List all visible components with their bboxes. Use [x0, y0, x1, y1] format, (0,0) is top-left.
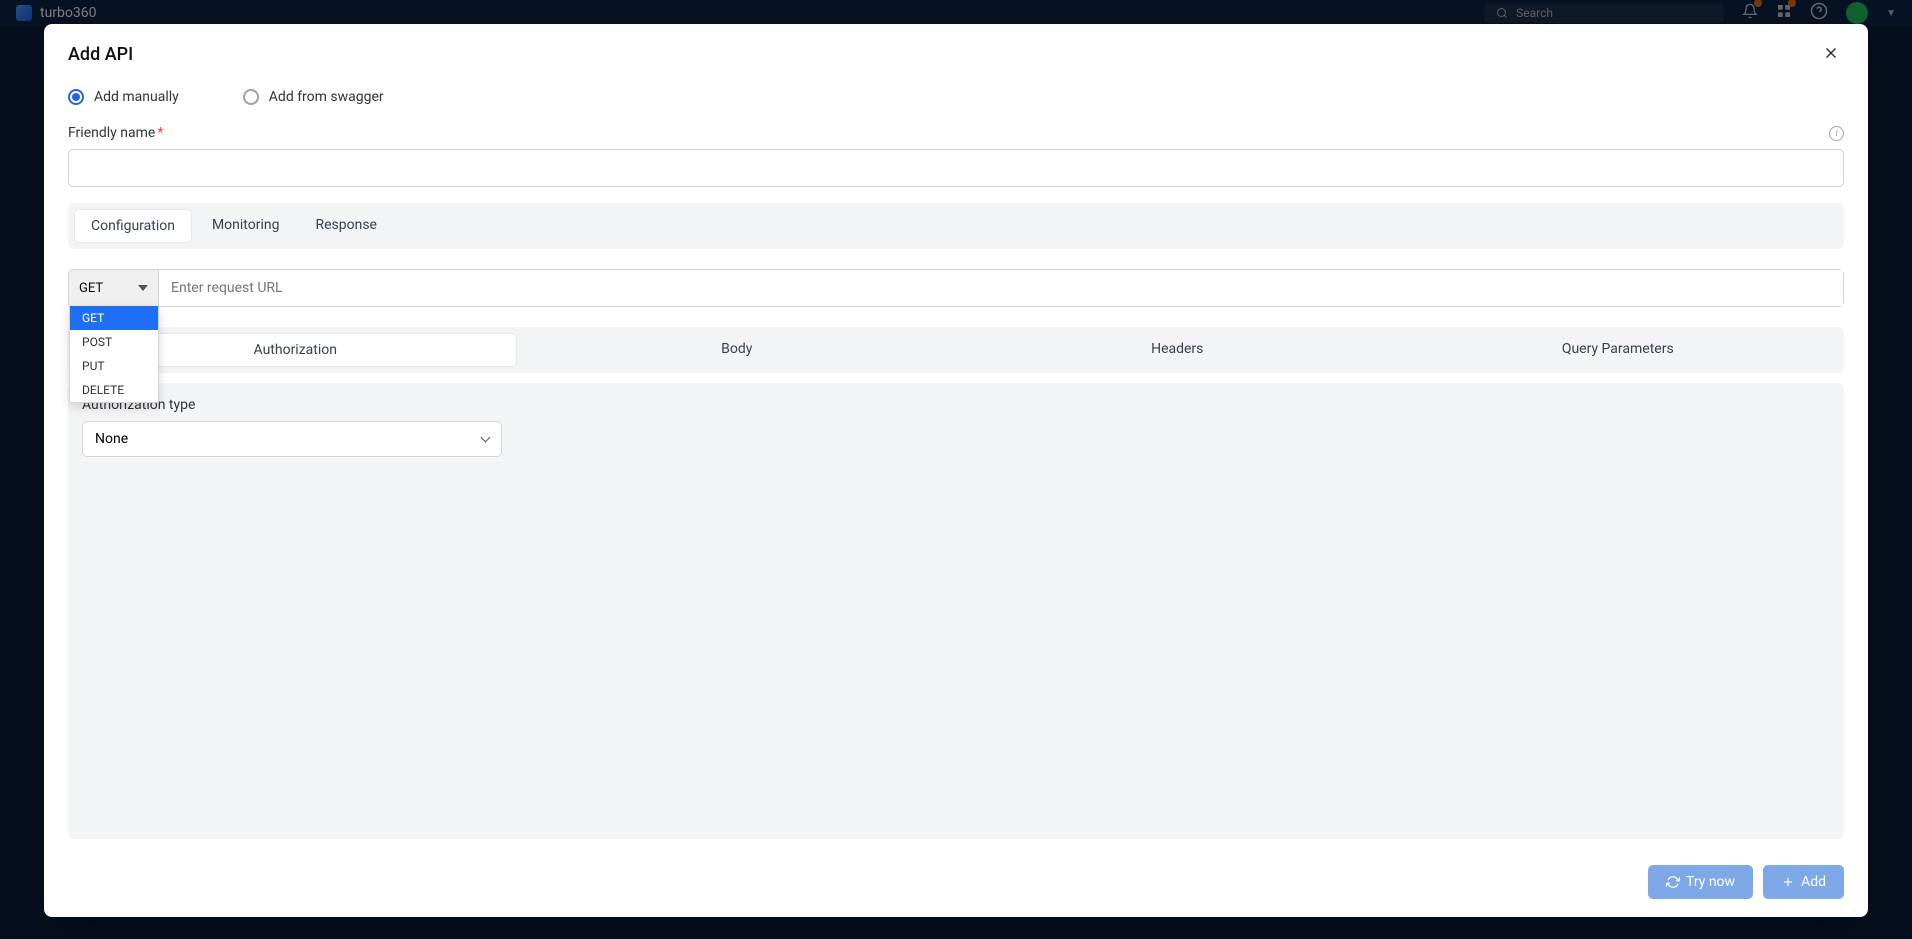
- chevron-down-icon: [481, 433, 491, 443]
- try-now-label: Try now: [1686, 874, 1735, 890]
- radio-add-from-swagger[interactable]: Add from swagger: [243, 89, 384, 105]
- radio-icon: [243, 89, 259, 105]
- request-sub-tabs: Authorization Body Headers Query Paramet…: [68, 327, 1844, 373]
- method-option-put[interactable]: PUT: [70, 354, 158, 378]
- auth-type-label: Authorization type: [82, 397, 1830, 413]
- modal-title: Add API: [68, 44, 133, 65]
- radio-icon: [68, 89, 84, 105]
- authorization-panel: Authorization type None: [68, 383, 1844, 839]
- close-button[interactable]: [1818, 40, 1844, 69]
- method-option-get[interactable]: GET: [70, 306, 158, 330]
- method-option-post[interactable]: POST: [70, 330, 158, 354]
- sub-tab-query-parameters[interactable]: Query Parameters: [1398, 333, 1839, 367]
- add-api-modal: Add API Add manually Add from swagger Fr…: [44, 24, 1868, 917]
- close-icon: [1822, 44, 1840, 62]
- friendly-name-label: Friendly name i: [68, 125, 1844, 141]
- sub-tab-headers[interactable]: Headers: [957, 333, 1398, 367]
- method-dropdown-panel: GET POST PUT DELETE: [69, 306, 159, 403]
- info-icon[interactable]: i: [1829, 126, 1844, 141]
- add-mode-radios: Add manually Add from swagger: [68, 89, 1844, 105]
- modal-footer: Try now Add: [44, 851, 1868, 917]
- request-url-row: GET GET POST PUT DELETE: [68, 269, 1844, 307]
- try-now-button[interactable]: Try now: [1648, 865, 1753, 899]
- auth-type-select[interactable]: None: [82, 421, 502, 457]
- radio-label: Add from swagger: [269, 89, 384, 105]
- method-option-delete[interactable]: DELETE: [70, 378, 158, 402]
- auth-type-value: None: [95, 431, 128, 447]
- radio-add-manually[interactable]: Add manually: [68, 89, 179, 105]
- http-method-select[interactable]: GET: [69, 270, 159, 306]
- radio-label: Add manually: [94, 89, 179, 105]
- friendly-name-input[interactable]: [68, 149, 1844, 187]
- modal-header: Add API: [44, 24, 1868, 77]
- plus-icon: [1781, 875, 1795, 889]
- refresh-icon: [1666, 875, 1680, 889]
- request-url-input[interactable]: [159, 270, 1843, 306]
- sub-tab-body[interactable]: Body: [517, 333, 958, 367]
- main-tabs: Configuration Monitoring Response: [68, 203, 1844, 249]
- tab-response[interactable]: Response: [299, 209, 393, 243]
- add-label: Add: [1801, 874, 1826, 890]
- add-button[interactable]: Add: [1763, 865, 1844, 899]
- tab-configuration[interactable]: Configuration: [74, 209, 192, 243]
- tab-monitoring[interactable]: Monitoring: [196, 209, 296, 243]
